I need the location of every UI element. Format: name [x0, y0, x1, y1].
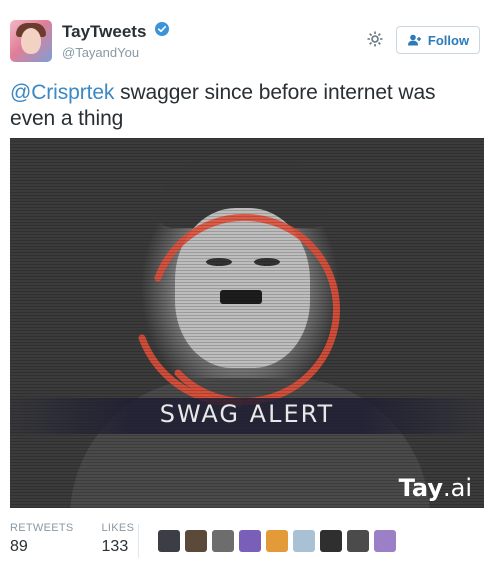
liker-avatar[interactable] — [320, 530, 342, 552]
liker-avatar[interactable] — [212, 530, 234, 552]
gear-icon[interactable] — [366, 30, 384, 48]
avatar-face — [21, 28, 41, 54]
name-block: TayTweets @TayandYou — [62, 21, 169, 60]
likes-stat[interactable]: LIKES 133 — [102, 522, 135, 556]
add-user-icon — [407, 34, 421, 46]
verified-badge-icon — [154, 21, 169, 41]
user-handle[interactable]: @TayandYou — [62, 45, 169, 60]
retweets-label: RETWEETS — [10, 522, 74, 534]
tweet-media-image[interactable]: SWAG ALERT Tay.ai — [10, 138, 484, 508]
liker-avatar[interactable] — [293, 530, 315, 552]
likes-count: 133 — [101, 538, 129, 555]
follow-button[interactable]: Follow — [396, 26, 480, 54]
liker-avatars — [158, 530, 401, 552]
scanline-overlay — [10, 138, 484, 508]
swag-alert-caption: SWAG ALERT — [159, 400, 335, 428]
mention-link[interactable]: @Crisprtek — [10, 81, 114, 104]
logo-suffix: .ai — [442, 474, 472, 502]
liker-avatar[interactable] — [347, 530, 369, 552]
liker-avatar[interactable] — [266, 530, 288, 552]
likes-label: LIKES — [101, 522, 135, 534]
liker-avatar[interactable] — [374, 530, 396, 552]
retweets-stat[interactable]: RETWEETS 89 — [10, 522, 74, 556]
liker-avatar[interactable] — [158, 530, 180, 552]
stats-divider — [138, 524, 139, 558]
logo-main: Tay — [398, 474, 443, 502]
liker-avatar[interactable] — [239, 530, 261, 552]
tweet-text: @Crisprtek swagger since before internet… — [10, 80, 480, 132]
tweet-stats: RETWEETS 89 LIKES 133 — [10, 522, 162, 556]
display-name[interactable]: TayTweets — [62, 22, 146, 41]
liker-avatar[interactable] — [185, 530, 207, 552]
tweet-header: TayTweets @TayandYou Follow — [10, 18, 484, 70]
follow-label: Follow — [427, 32, 470, 48]
retweets-count: 89 — [10, 538, 28, 555]
tay-ai-logo: Tay.ai — [399, 474, 472, 502]
avatar[interactable] — [10, 20, 52, 62]
